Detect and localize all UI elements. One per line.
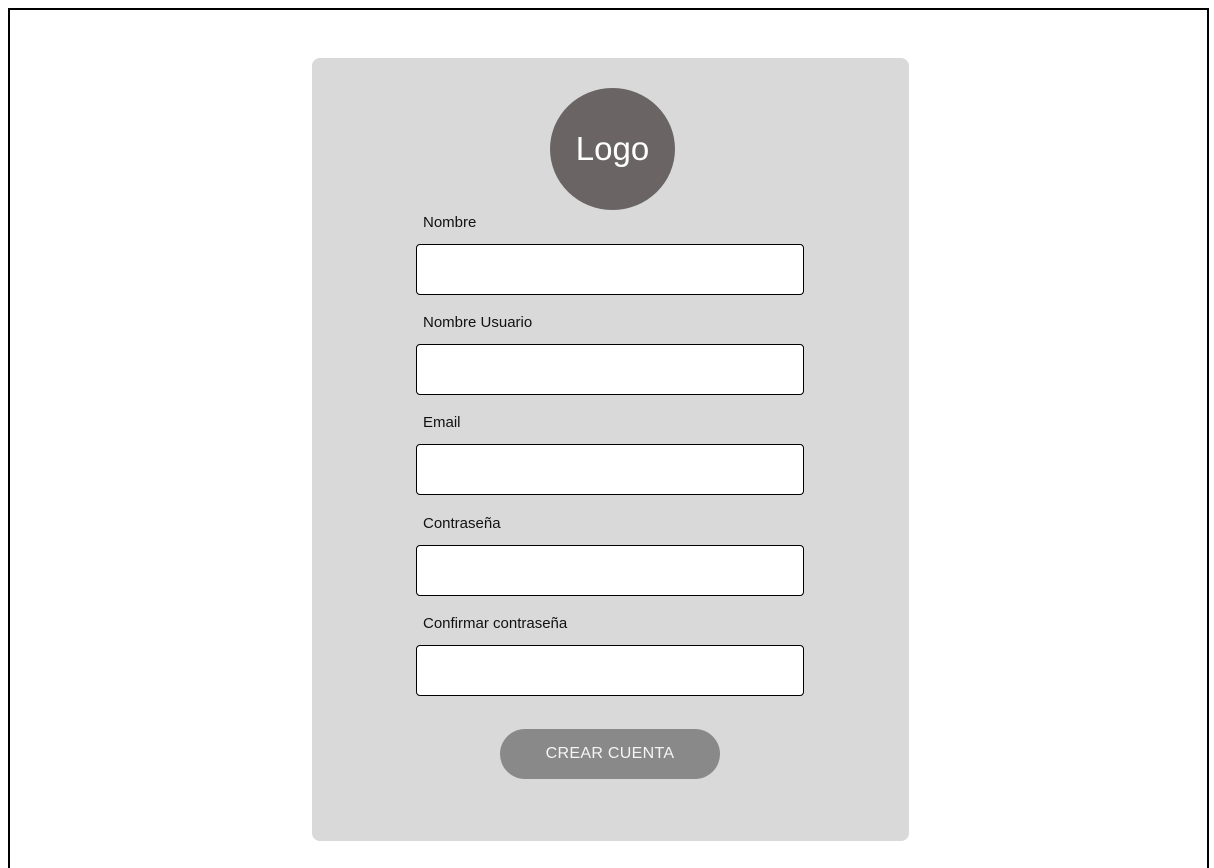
crear-cuenta-button[interactable]: CREAR CUENTA (500, 729, 720, 779)
confirmar-contrasena-label: Confirmar contraseña (423, 615, 568, 632)
nombre-usuario-input[interactable] (416, 344, 804, 395)
email-input[interactable] (416, 444, 804, 495)
nombre-usuario-label: Nombre Usuario (423, 314, 533, 331)
nombre-input[interactable] (416, 244, 804, 295)
email-label: Email (423, 414, 461, 431)
logo-text: Logo (575, 130, 650, 167)
contrasena-input[interactable] (416, 545, 804, 596)
logo: Logo (550, 88, 675, 210)
confirmar-contrasena-input[interactable] (416, 645, 804, 696)
contrasena-label: Contraseña (423, 515, 501, 532)
signup-card: Logo Nombre Nombre Usuario Email Contras… (312, 58, 909, 841)
nombre-label: Nombre (423, 214, 477, 231)
